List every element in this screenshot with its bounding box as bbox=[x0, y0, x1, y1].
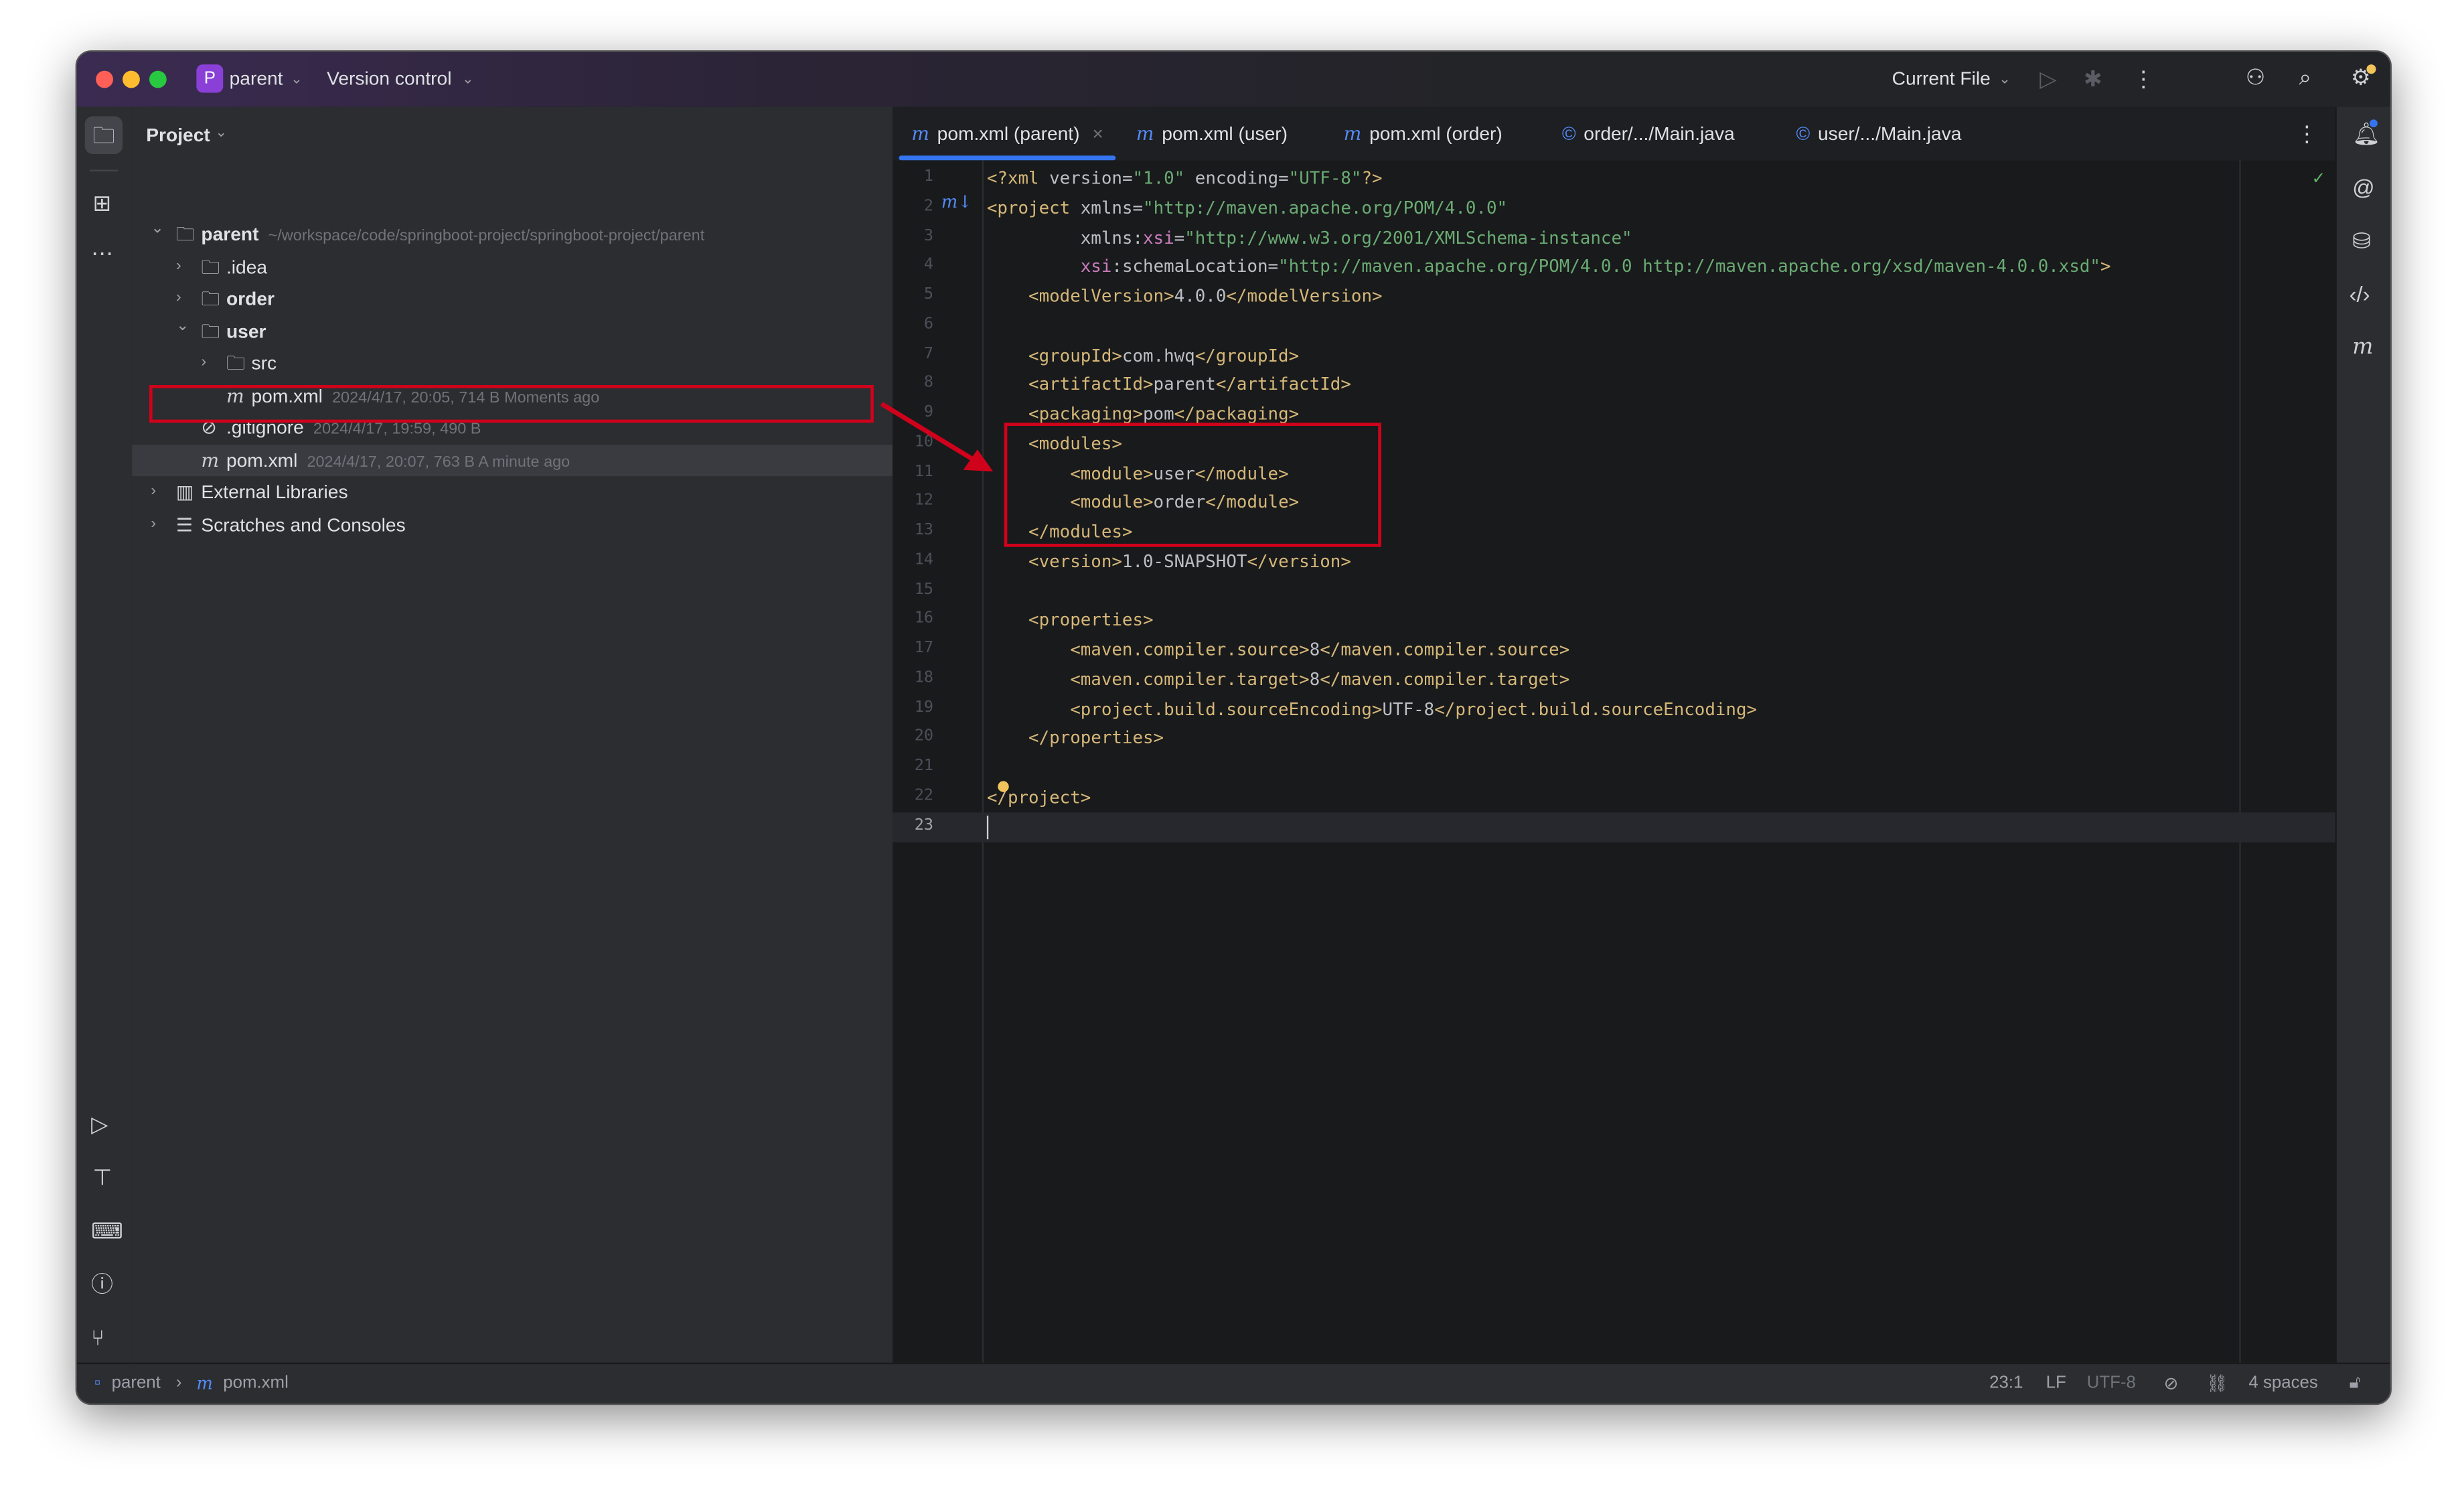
annotation-arrow bbox=[880, 402, 994, 472]
arrow-head bbox=[963, 449, 994, 472]
arrow-shaft bbox=[880, 402, 979, 464]
